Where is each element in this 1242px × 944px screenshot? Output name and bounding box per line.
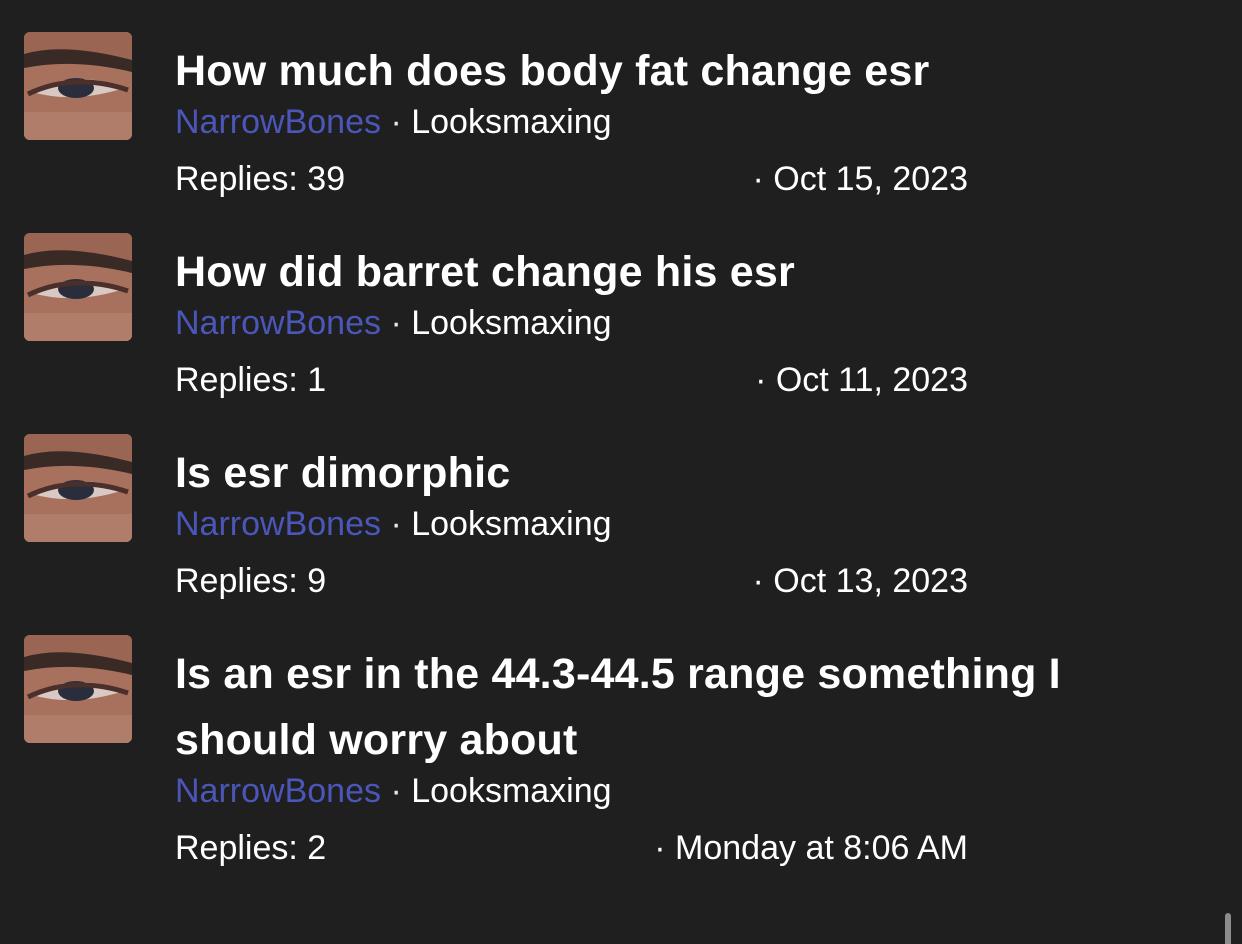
thread-item[interactable]: Is esr dimorphic NarrowBones · Looksmaxi… xyxy=(0,434,1242,614)
reply-count: Replies: 9 xyxy=(175,562,327,600)
thread-meta: NarrowBones · Looksmaxing xyxy=(175,303,612,343)
reply-count: Replies: 2 xyxy=(175,829,327,867)
author-link[interactable]: NarrowBones xyxy=(175,505,381,543)
meta-separator: · xyxy=(390,103,402,141)
thread-title[interactable]: Is an esr in the 44.3-44.5 range somethi… xyxy=(175,641,1195,773)
meta-separator: · xyxy=(390,505,402,543)
thread-date: · Oct 11, 2023 xyxy=(755,361,968,399)
author-link[interactable]: NarrowBones xyxy=(175,103,381,141)
user-eye-avatar-icon xyxy=(24,434,132,542)
thread-date: · Oct 13, 2023 xyxy=(752,562,968,600)
user-eye-avatar-icon xyxy=(24,233,132,341)
forum-link[interactable]: Looksmaxing xyxy=(411,103,611,141)
thread-meta: NarrowBones · Looksmaxing xyxy=(175,771,612,811)
forum-link[interactable]: Looksmaxing xyxy=(411,505,611,543)
forum-link[interactable]: Looksmaxing xyxy=(411,304,611,342)
author-link[interactable]: NarrowBones xyxy=(175,304,381,342)
thread-meta: NarrowBones · Looksmaxing xyxy=(175,504,612,544)
user-eye-avatar-icon xyxy=(24,32,132,140)
thread-title[interactable]: How much does body fat change esr xyxy=(175,38,1195,104)
thread-meta: NarrowBones · Looksmaxing xyxy=(175,102,612,142)
thread-item[interactable]: How much does body fat change esr Narrow… xyxy=(0,32,1242,212)
meta-separator: · xyxy=(390,304,402,342)
avatar[interactable] xyxy=(24,635,132,743)
author-link[interactable]: NarrowBones xyxy=(175,772,381,810)
thread-item[interactable]: How did barret change his esr NarrowBone… xyxy=(0,233,1242,413)
thread-title[interactable]: How did barret change his esr xyxy=(175,239,1195,305)
reply-count: Replies: 1 xyxy=(175,361,327,399)
avatar[interactable] xyxy=(24,434,132,542)
thread-date: · Monday at 8:06 AM xyxy=(654,829,968,867)
meta-separator: · xyxy=(390,772,402,810)
reply-count: Replies: 39 xyxy=(175,160,346,198)
user-eye-avatar-icon xyxy=(24,635,132,743)
avatar[interactable] xyxy=(24,233,132,341)
thread-item[interactable]: Is an esr in the 44.3-44.5 range somethi… xyxy=(0,635,1242,885)
thread-title[interactable]: Is esr dimorphic xyxy=(175,440,1195,506)
avatar[interactable] xyxy=(24,32,132,140)
vertical-scrollbar[interactable] xyxy=(1225,913,1231,944)
forum-link[interactable]: Looksmaxing xyxy=(411,772,611,810)
thread-date: · Oct 15, 2023 xyxy=(752,160,968,198)
